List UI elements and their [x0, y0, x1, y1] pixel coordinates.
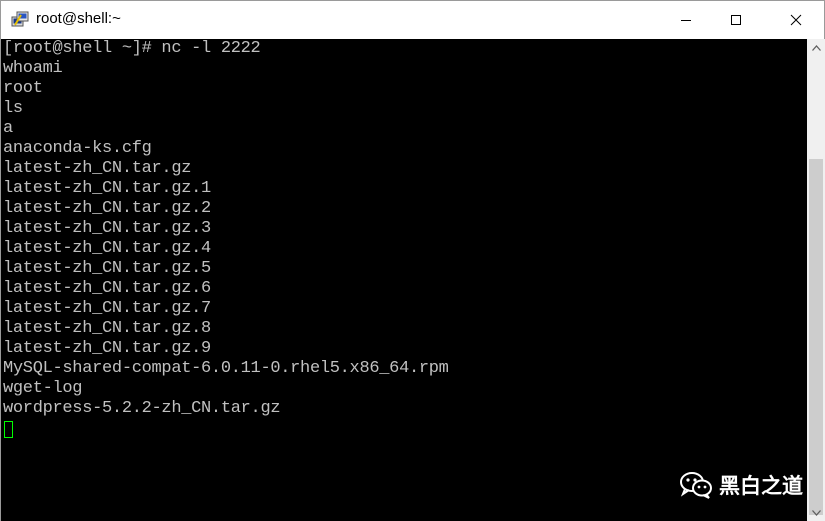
- terminal-lines: [root@shell ~]# nc -l 2222 whoami root l…: [3, 39, 449, 419]
- terminal-line: latest-zh_CN.tar.gz: [3, 159, 192, 178]
- terminal-line: latest-zh_CN.tar.gz.4: [3, 239, 211, 258]
- terminal-window: root@shell:~ [root@shell ~]# nc -l 2222 …: [0, 0, 825, 521]
- close-icon: [790, 14, 802, 25]
- vertical-scrollbar[interactable]: [807, 39, 825, 521]
- scroll-thumb[interactable]: [809, 159, 823, 515]
- terminal-line: anaconda-ks.cfg: [3, 139, 152, 158]
- terminal-line: wordpress-5.2.2-zh_CN.tar.gz: [3, 399, 281, 418]
- terminal-line: latest-zh_CN.tar.gz.9: [3, 339, 211, 358]
- minimize-button[interactable]: [663, 1, 709, 38]
- maximize-icon: [731, 14, 741, 25]
- terminal-line: latest-zh_CN.tar.gz.7: [3, 299, 211, 318]
- minimize-icon: [681, 19, 691, 21]
- close-button[interactable]: [773, 1, 819, 38]
- terminal-line: whoami: [3, 59, 63, 78]
- window-title: root@shell:~: [36, 10, 121, 27]
- terminal-line: wget-log: [3, 379, 83, 398]
- terminal-line: [root@shell ~]# nc -l 2222: [3, 39, 261, 58]
- watermark-text: 黑白之道: [719, 474, 803, 498]
- terminal-line: latest-zh_CN.tar.gz.8: [3, 319, 211, 338]
- arrow-down-icon: [811, 509, 821, 516]
- terminal-line: latest-zh_CN.tar.gz.1: [3, 179, 211, 198]
- terminal-output[interactable]: [root@shell ~]# nc -l 2222 whoami root l…: [1, 39, 807, 521]
- terminal-cursor: [4, 421, 13, 438]
- title-bar[interactable]: root@shell:~: [1, 1, 824, 38]
- terminal-line: latest-zh_CN.tar.gz.3: [3, 219, 211, 238]
- terminal-line: a: [3, 119, 13, 138]
- maximize-button[interactable]: [713, 1, 759, 38]
- putty-icon[interactable]: [11, 11, 29, 29]
- watermark: 黑白之道: [679, 469, 803, 501]
- scroll-down-button[interactable]: [807, 504, 825, 521]
- wechat-icon: [679, 471, 713, 499]
- terminal-line: latest-zh_CN.tar.gz.5: [3, 259, 211, 278]
- terminal-line: root: [3, 79, 43, 98]
- scroll-up-button[interactable]: [807, 39, 825, 56]
- terminal-line: latest-zh_CN.tar.gz.6: [3, 279, 211, 298]
- terminal-line: latest-zh_CN.tar.gz.2: [3, 199, 211, 218]
- terminal-line: MySQL-shared-compat-6.0.11-0.rhel5.x86_6…: [3, 359, 449, 378]
- terminal-line: ls: [3, 99, 23, 118]
- arrow-up-icon: [811, 44, 821, 51]
